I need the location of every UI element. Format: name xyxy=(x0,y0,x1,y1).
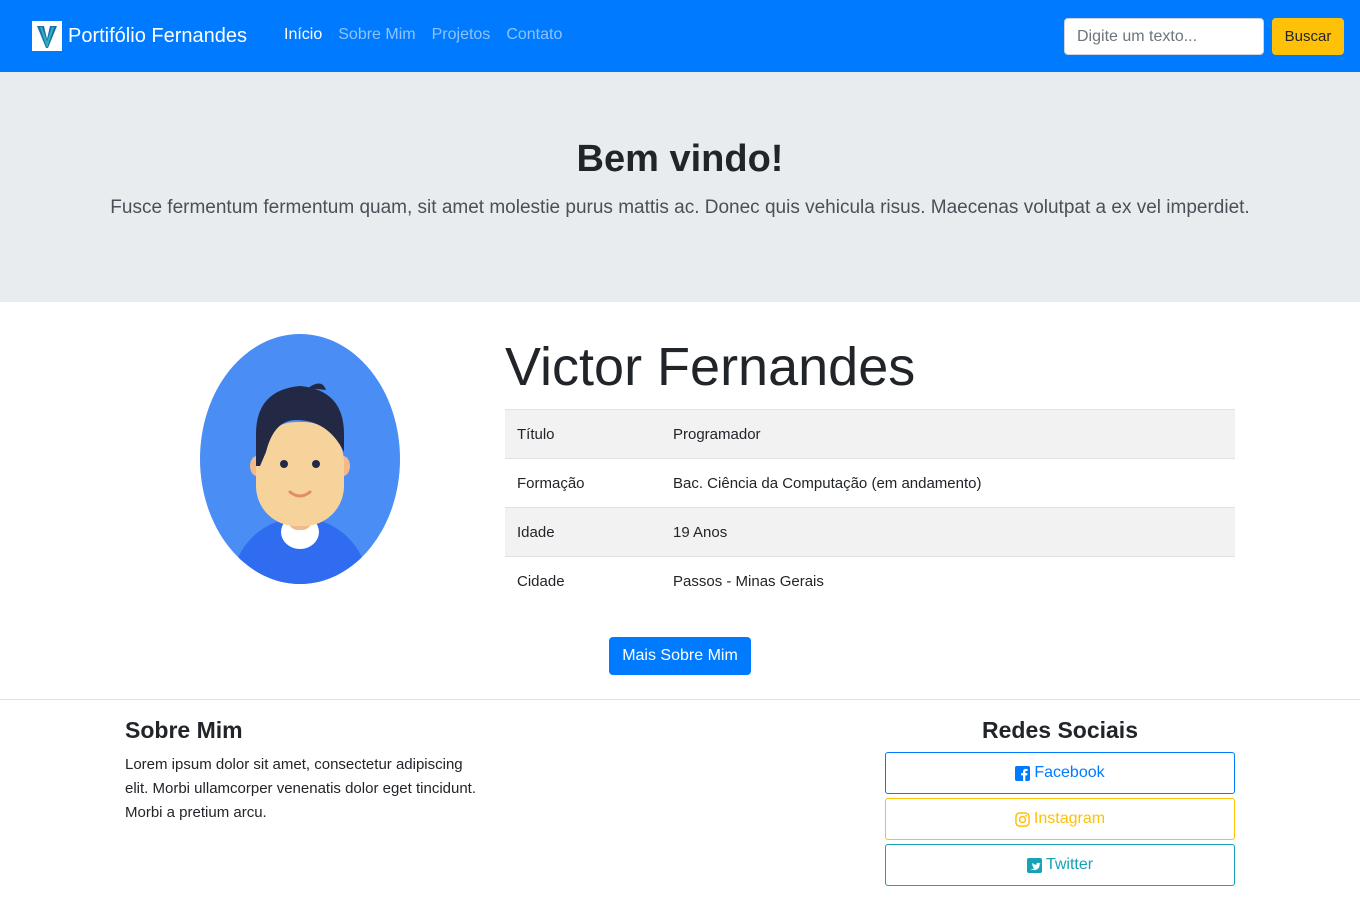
row-value: Programador xyxy=(661,409,1235,459)
twitter-icon xyxy=(1026,857,1042,873)
nav-link-sobre-mim[interactable]: Sobre Mim xyxy=(338,26,415,44)
row-value: Bac. Ciência da Computação (em andamento… xyxy=(661,458,1235,508)
table-row: Cidade Passos - Minas Gerais xyxy=(505,556,1235,606)
twitter-label: Twitter xyxy=(1045,856,1094,873)
nav-link-contato[interactable]: Contato xyxy=(506,26,562,44)
table-row: Idade 19 Anos xyxy=(505,507,1235,557)
instagram-button[interactable]: Instagram xyxy=(885,798,1235,840)
search-input[interactable] xyxy=(1064,18,1264,55)
hero-subtitle: Fusce fermentum fermentum quam, sit amet… xyxy=(110,197,1250,218)
instagram-icon xyxy=(1015,811,1030,827)
brand-text: Portifólio Fernandes xyxy=(68,24,247,47)
facebook-button[interactable]: Facebook xyxy=(885,752,1235,794)
brand[interactable]: Portifólio Fernandes xyxy=(32,20,247,52)
row-label: Cidade xyxy=(505,556,661,606)
row-label: Formação xyxy=(505,458,661,508)
nav-link-projetos[interactable]: Projetos xyxy=(432,26,491,44)
navbar: Portifólio Fernandes Início Sobre Mim Pr… xyxy=(0,0,1360,72)
hero-section: Bem vindo! Fusce fermentum fermentum qua… xyxy=(0,72,1360,302)
avatar xyxy=(200,334,400,584)
nav-links: Início Sobre Mim Projetos Contato xyxy=(284,26,578,44)
about-text: Lorem ipsum dolor sit amet, consectetur … xyxy=(125,756,477,821)
nav-link-inicio[interactable]: Início xyxy=(284,26,322,44)
divider xyxy=(0,699,1360,700)
row-value: Passos - Minas Gerais xyxy=(661,556,1235,606)
table-row: Título Programador xyxy=(505,409,1235,459)
row-label: Idade xyxy=(505,507,661,557)
more-about-me-button[interactable]: Mais Sobre Mim xyxy=(609,637,751,675)
hero-title: Bem vindo! xyxy=(576,138,784,180)
profile-name: Victor Fernandes xyxy=(505,337,916,397)
social-title: Redes Sociais xyxy=(982,717,1138,743)
logo-icon xyxy=(32,21,62,51)
facebook-label: Facebook xyxy=(1034,764,1105,781)
row-label: Título xyxy=(505,409,661,459)
instagram-label: Instagram xyxy=(1033,810,1106,827)
row-value: 19 Anos xyxy=(661,507,1235,557)
table-row: Formação Bac. Ciência da Computação (em … xyxy=(505,458,1235,508)
about-title: Sobre Mim xyxy=(125,717,243,743)
profile-table: Título Programador Formação Bac. Ciência… xyxy=(505,409,1235,606)
twitter-button[interactable]: Twitter xyxy=(885,844,1235,886)
facebook-icon xyxy=(1015,765,1031,781)
search-button[interactable]: Buscar xyxy=(1272,18,1344,55)
